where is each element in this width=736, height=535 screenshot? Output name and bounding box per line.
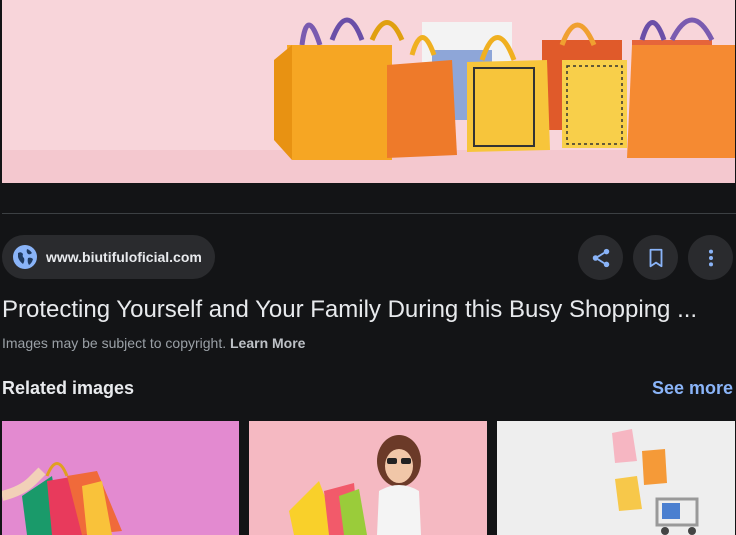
copyright-text: Images may be subject to copyright. xyxy=(2,335,227,351)
related-image-thumbnail[interactable] xyxy=(497,421,735,535)
result-title[interactable]: Protecting Yourself and Your Family Duri… xyxy=(2,296,697,324)
related-image-thumbnail[interactable] xyxy=(249,421,487,535)
related-image-thumbnail[interactable] xyxy=(2,421,239,535)
related-images-heading: Related images xyxy=(2,378,135,398)
save-button[interactable] xyxy=(633,235,678,280)
source-link[interactable]: www.biutifuloficial.com xyxy=(2,235,215,279)
share-button[interactable] xyxy=(578,235,623,280)
divider xyxy=(2,213,736,214)
related-image-2 xyxy=(249,421,487,535)
copyright-notice: Images may be subject to copyright. Lear… xyxy=(2,335,305,351)
related-image-3 xyxy=(497,421,735,535)
bookmark-icon xyxy=(649,248,662,267)
see-more-link[interactable]: See more xyxy=(652,378,733,399)
share-icon xyxy=(592,248,609,267)
shopping-bags-illustration xyxy=(2,0,735,183)
source-site-label: www.biutifuloficial.com xyxy=(46,249,202,265)
related-image-1 xyxy=(2,421,239,535)
more-options-button[interactable] xyxy=(688,235,733,280)
hero-image[interactable] xyxy=(2,0,735,183)
globe-icon xyxy=(13,245,37,269)
learn-more-link[interactable]: Learn More xyxy=(230,335,305,351)
more-vert-icon xyxy=(708,249,713,266)
